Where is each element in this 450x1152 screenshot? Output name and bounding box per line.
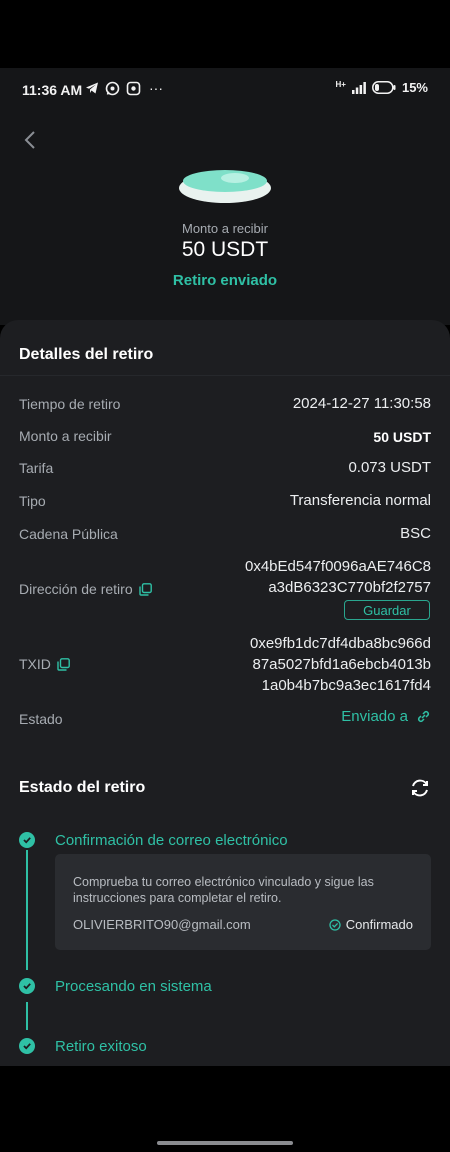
step-success: Retiro exitoso	[19, 1038, 147, 1055]
step-email-confirmation: Confirmación de correo electrónico	[19, 832, 288, 849]
telegram-icon	[86, 82, 98, 94]
back-chevron-icon[interactable]	[22, 130, 38, 150]
media-icon	[126, 81, 141, 95]
estado-link[interactable]: Enviado a	[341, 708, 431, 725]
txid-label-group: TXID	[19, 656, 70, 672]
step-check-icon	[19, 1038, 35, 1054]
step-label: Confirmación de correo electrónico	[55, 831, 288, 849]
copy-address-icon[interactable]	[138, 582, 152, 596]
details-divider	[0, 375, 450, 376]
withdrawal-summary: Monto a recibir 50 USDT Retiro enviado	[0, 110, 450, 325]
estado-label: Estado	[19, 711, 63, 727]
battery-icon	[372, 81, 396, 94]
txid-label: TXID	[19, 656, 51, 672]
txid-line-2: 87a5027bfd1a6ebcb4013b	[252, 656, 431, 673]
address-label: Dirección de retiro	[19, 581, 133, 597]
signal-icon	[351, 81, 366, 94]
copy-txid-icon[interactable]	[57, 657, 70, 671]
address-label-group: Dirección de retiro	[19, 581, 152, 597]
confirmed-check-icon	[329, 918, 341, 931]
home-indicator[interactable]	[157, 1141, 293, 1145]
txid-line-1: 0xe9fb1dc7df4dba8bc966d	[250, 635, 431, 652]
top-black-bar	[0, 0, 450, 68]
email-instructions-box: Comprueba tu correo electrónico vinculad…	[55, 854, 431, 950]
row-value-amount: 50 USDT	[373, 429, 431, 445]
status-right-icons: H+ 15%	[336, 80, 428, 95]
status-notification-icons: ···	[85, 80, 163, 96]
confirmed-label: Confirmado	[345, 917, 413, 932]
estado-value: Enviado a	[341, 708, 408, 725]
row-label-type: Tipo	[19, 493, 46, 509]
status-more: ···	[149, 80, 163, 96]
refresh-icon[interactable]	[409, 777, 431, 799]
step-label: Procesando en sistema	[55, 977, 212, 995]
amount-label: Monto a recibir	[182, 221, 268, 236]
network-type: H+	[335, 80, 346, 89]
bottom-black-bar	[0, 1066, 450, 1152]
battery-level: 15%	[401, 80, 428, 95]
row-value-type: Transferencia normal	[289, 492, 431, 509]
status-time: 11:36 AM	[22, 82, 83, 98]
instructions-text: Comprueba tu correo electrónico vinculad…	[73, 875, 374, 905]
confirmed-badge: Confirmado	[329, 917, 413, 932]
address-line-2: a3dB6323C770bf2f2757	[268, 579, 431, 596]
step-check-icon	[19, 978, 35, 994]
step-processing: Procesando en sistema	[19, 978, 212, 995]
link-icon	[417, 710, 430, 723]
bound-email: OLIVIERBRITO90@gmail.com	[73, 917, 251, 932]
withdrawal-status: Retiro enviado	[172, 272, 278, 289]
coin-illustration-icon	[179, 170, 271, 203]
status-bar: 11:36 AM ··· H+ 15%	[0, 68, 450, 110]
row-label-time: Tiempo de retiro	[19, 396, 121, 412]
row-value-chain: BSC	[400, 525, 431, 542]
step-label: Retiro exitoso	[55, 1037, 147, 1055]
row-label-amount: Monto a recibir	[19, 428, 112, 444]
details-title: Detalles del retiro	[19, 346, 154, 363]
timeline-line-1	[26, 850, 28, 970]
progress-title: Estado del retiro	[19, 779, 146, 796]
txid-line-3: 1a0b4b7bc9a3ec1617fd4	[261, 677, 431, 694]
amount-value: 50 USDT	[181, 238, 269, 261]
txid-value[interactable]: 0xe9fb1dc7df4dba8bc966d 87a5027bfd1a6ebc…	[250, 633, 431, 696]
row-label-fee: Tarifa	[19, 460, 54, 476]
save-address-button[interactable]: Guardar	[344, 600, 430, 620]
row-label-chain: Cadena Pública	[19, 526, 118, 542]
row-value-time: 2024-12-27 11:30:58	[292, 395, 431, 412]
row-value-fee: 0.073 USDT	[348, 459, 431, 476]
whatsapp-icon	[105, 81, 120, 95]
timeline-line-2	[26, 1002, 28, 1030]
step-check-icon	[19, 832, 35, 848]
address-value: 0x4bEd547f0096aAE746C8 a3dB6323C770bf2f2…	[245, 556, 431, 598]
address-line-1: 0x4bEd547f0096aAE746C8	[245, 558, 431, 575]
